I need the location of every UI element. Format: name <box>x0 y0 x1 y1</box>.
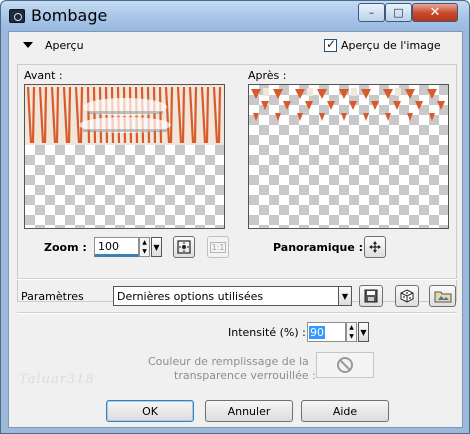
settings-label: Paramètres <box>21 290 84 303</box>
fill-color-swatch[interactable] <box>316 352 374 378</box>
camera-app-icon <box>9 9 25 23</box>
load-preset-button[interactable] <box>429 285 456 307</box>
intensity-input[interactable]: 90 <box>307 322 346 342</box>
before-preview-image[interactable] <box>24 84 225 229</box>
fill-color-label-line2: transparence verrouillée : <box>174 369 316 382</box>
minimize-button[interactable]: – <box>358 3 385 22</box>
checkmark-icon: ✓ <box>326 37 337 51</box>
window-title: Bombage <box>31 6 108 25</box>
dialog-client-area: Aperçu ✓ Aperçu de l'image Avant : Après… <box>8 31 463 428</box>
chevron-down-icon: ▼ <box>153 242 160 252</box>
preview-section-label: Aperçu <box>45 39 84 52</box>
watermark-signature: Taluar318 <box>19 372 95 387</box>
floppy-disk-icon <box>364 289 378 303</box>
dice-icon <box>400 289 414 303</box>
image-folder-icon <box>434 291 451 303</box>
preset-dropdown-button[interactable]: ▼ <box>338 286 352 306</box>
collapse-preview-toggle[interactable] <box>23 41 37 51</box>
intensity-value: 90 <box>309 325 325 339</box>
show-preview-checkbox[interactable]: ✓ <box>324 37 337 52</box>
intensity-label: Intensité (%) : <box>228 326 306 339</box>
close-button[interactable]: ✕ <box>412 3 458 22</box>
one-to-one-label: 1:1 <box>209 241 227 253</box>
help-button[interactable]: Aide <box>301 400 389 422</box>
zoom-one-to-one-button[interactable]: 1:1 <box>207 236 229 258</box>
intensity-dropdown-button[interactable]: ▼ <box>358 322 369 342</box>
fill-color-label-line1: Couleur de remplissage de la <box>148 355 309 368</box>
cancel-button[interactable]: Annuler <box>205 400 293 422</box>
save-preset-button[interactable] <box>359 285 383 307</box>
after-label: Après : <box>248 69 287 82</box>
chevron-down-icon: ▼ <box>341 291 349 301</box>
separator-middle <box>17 312 457 314</box>
after-preview-image[interactable] <box>248 84 449 229</box>
intensity-spinner[interactable]: ▲ ▼ <box>346 322 357 342</box>
preview-panel: Avant : Après : Zoom: 100 ▲ ▼ ▼ 1:1 Pan… <box>17 64 457 302</box>
spin-down-icon: ▼ <box>142 248 147 255</box>
title-bar[interactable]: Bombage – □ ✕ <box>1 1 469 31</box>
before-pattern <box>25 85 224 145</box>
separator-top <box>17 278 457 280</box>
before-label: Avant : <box>24 69 63 82</box>
dialog-window: Bombage – □ ✕ Aperçu ✓ Aperçu de l'image… <box>0 0 470 434</box>
maximize-button[interactable]: □ <box>385 3 412 22</box>
after-pattern <box>251 88 445 121</box>
preset-select[interactable]: Dernières options utilisées <box>113 286 339 306</box>
pan-label: Panoramique : <box>273 241 364 254</box>
triangle-down-icon <box>23 42 33 48</box>
pan-button[interactable] <box>364 236 386 258</box>
zoom-spinner[interactable]: ▲ ▼ <box>139 237 150 257</box>
fit-view-icon <box>177 240 191 254</box>
randomize-button[interactable] <box>395 285 419 307</box>
zoom-input[interactable]: 100 <box>94 237 139 257</box>
spin-down-icon: ▼ <box>349 333 354 340</box>
show-preview-label: Aperçu de l'image <box>341 39 441 52</box>
move-cross-icon <box>369 241 381 253</box>
chevron-down-icon: ▼ <box>360 327 367 337</box>
spin-up-icon: ▲ <box>349 324 354 331</box>
no-color-icon <box>337 357 353 373</box>
zoom-to-fit-button[interactable] <box>173 236 195 258</box>
zoom-label: Zoom : <box>44 241 87 254</box>
spin-up-icon: ▲ <box>142 239 147 246</box>
ok-button[interactable]: OK <box>106 400 194 422</box>
zoom-dropdown-button[interactable]: ▼ <box>151 237 162 257</box>
